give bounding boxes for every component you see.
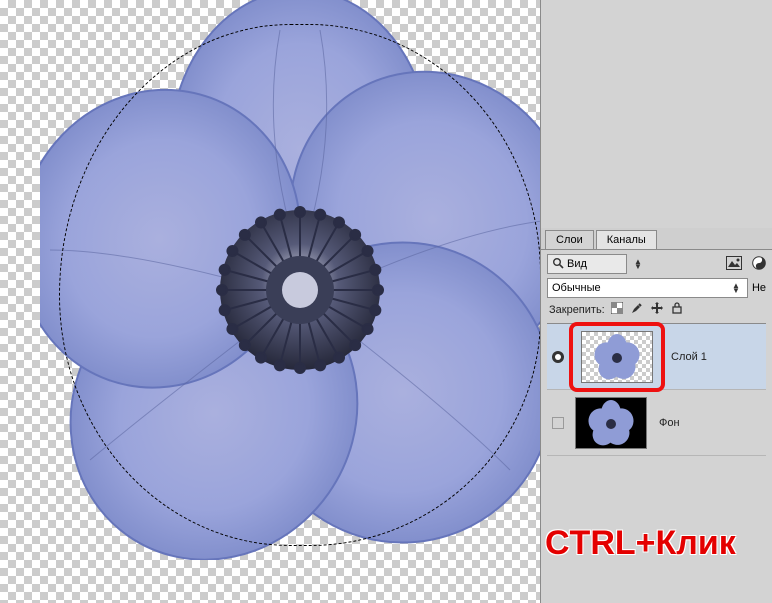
layer-thumbnail[interactable] [581,331,653,383]
eye-icon [552,351,564,363]
visibility-toggle[interactable] [547,417,569,429]
blend-mode-select[interactable]: Обычные ▲▼ [547,278,748,298]
brush-icon[interactable] [631,302,643,317]
checker-icon[interactable] [611,302,623,317]
blend-mode-value: Обычные [552,282,601,294]
search-icon [552,257,564,272]
canvas[interactable] [0,0,540,603]
tab-channels[interactable]: Каналы [596,230,657,249]
layer-name[interactable]: Слой 1 [665,351,707,363]
dropdown-arrows-icon[interactable]: ▲▼ [631,259,645,269]
eye-off-icon [552,417,564,429]
selection-marquee [50,15,540,555]
image-icon[interactable] [726,256,742,273]
panel-spacer [541,0,772,228]
opacity-label: Не [752,282,766,294]
annotation-highlight [569,322,665,392]
layer-item-1[interactable]: Слой 1 [547,324,766,390]
layers-panel-body: Вид ▲▼ Обычные ▲▼ Не [541,250,772,460]
panel-tabs: Слои Каналы [541,228,772,250]
layer-filter-label: Вид [567,258,587,270]
layer-thumbnail[interactable] [575,397,647,449]
layer-filter-select[interactable]: Вид [547,254,627,274]
layers-panel: Слои Каналы Вид ▲▼ [540,0,772,603]
layer-item-background[interactable]: Фон [547,390,766,456]
visibility-toggle[interactable] [547,351,569,363]
tab-layers[interactable]: Слои [545,230,594,249]
app-root: Слои Каналы Вид ▲▼ [0,0,772,603]
layers-list: Слой 1 [547,323,766,456]
move-icon[interactable] [651,302,663,317]
lock-label: Закрепить: [549,304,605,316]
lock-icon[interactable] [671,302,683,317]
dropdown-arrows-icon: ▲▼ [729,283,743,293]
layer-name[interactable]: Фон [653,417,680,429]
yin-yang-icon[interactable] [752,256,766,273]
